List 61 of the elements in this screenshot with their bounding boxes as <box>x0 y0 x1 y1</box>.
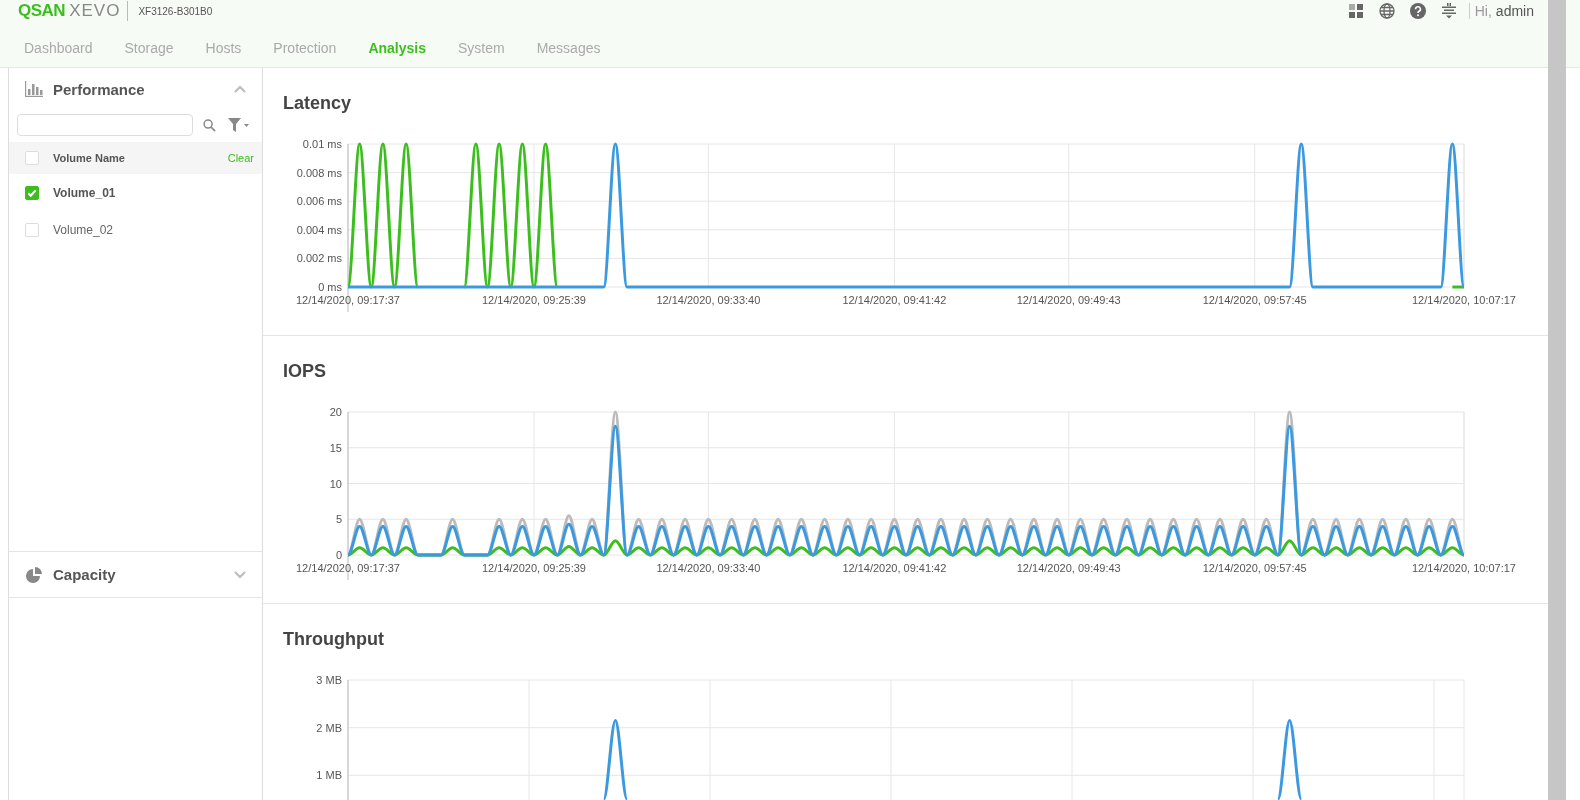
axis-label: 0.004 ms <box>296 223 342 236</box>
nav-tab[interactable]: System <box>458 40 521 56</box>
user-name[interactable]: admin <box>1495 3 1534 19</box>
bar-chart-icon <box>25 81 43 97</box>
axis-label: 12/14/2020, 09:17:37 <box>296 294 400 306</box>
greeting-text: Hi, <box>1474 3 1492 19</box>
search-field[interactable] <box>17 114 193 136</box>
volume-name[interactable]: Volume_01 <box>53 185 116 200</box>
axis-label: 12/14/2020, 09:33:40 <box>656 294 761 306</box>
help-icon[interactable] <box>1409 3 1426 19</box>
axis-label: 12/14/2020, 10:07:17 <box>1412 294 1516 306</box>
axis-label: 2 MB <box>316 721 342 734</box>
axis-label: 12/14/2020, 09:49:43 <box>1016 294 1121 306</box>
axis-label: 12/14/2020, 10:07:17 <box>1412 562 1516 574</box>
axis-label: 12/14/2020, 09:57:45 <box>1202 294 1307 306</box>
panel-header[interactable]: Capacity <box>9 551 262 598</box>
column-header: Volume Name <box>53 152 126 164</box>
axis-label: 0 ms <box>318 281 342 293</box>
section-title: Latency <box>283 93 353 114</box>
logo-text: QSAN <box>18 1 66 21</box>
nav-tab[interactable]: Analysis <box>368 40 442 56</box>
nav-tab[interactable]: Hosts <box>205 40 258 56</box>
section-title: IOPS <box>283 361 327 382</box>
axis-label: 12/14/2020, 09:17:37 <box>296 562 400 574</box>
axis-label: 3 MB <box>316 674 342 686</box>
axis-label: 1 MB <box>316 769 342 782</box>
nav-tab[interactable]: Messages <box>536 40 617 56</box>
section-title: Throughput <box>283 629 385 650</box>
chevron-icon <box>234 570 246 579</box>
volume-name[interactable]: Volume_02 <box>53 222 114 237</box>
nav-tab[interactable]: Protection <box>273 40 353 56</box>
axis-label: 12/14/2020, 09:57:45 <box>1202 562 1307 574</box>
pie-chart-icon <box>25 566 43 583</box>
model-name: XF3126-B301B0 <box>138 5 213 17</box>
axis-label: 0.01 ms <box>302 138 342 150</box>
axis-label: 12/14/2020, 09:25:39 <box>482 294 586 306</box>
axis-label: 5 <box>335 513 342 526</box>
globe-icon[interactable] <box>1378 3 1395 19</box>
axis-label: 12/14/2020, 09:25:39 <box>482 562 586 574</box>
axis-label: 20 <box>329 406 342 418</box>
chevron-icon <box>234 85 246 93</box>
search-icon[interactable] <box>203 118 216 132</box>
panel-header[interactable]: Performance <box>9 68 262 110</box>
checkbox[interactable] <box>25 185 39 200</box>
axis-label: 0.006 ms <box>296 195 342 208</box>
axis-label: 12/14/2020, 09:41:42 <box>842 562 947 574</box>
axis-label: 0.002 ms <box>296 252 342 265</box>
axis-label: 0.008 ms <box>296 166 342 179</box>
axis-label: 10 <box>329 477 342 490</box>
nav-tab[interactable]: Dashboard <box>24 40 109 56</box>
axis-label: 12/14/2020, 09:33:40 <box>656 562 761 574</box>
axis-label: 12/14/2020, 09:49:43 <box>1016 562 1121 574</box>
grid-icon[interactable] <box>1347 3 1364 19</box>
clear-link[interactable]: Clear <box>227 152 254 164</box>
filter-icon[interactable] <box>226 118 252 132</box>
nav-tab[interactable]: Storage <box>124 40 190 56</box>
scrollbar[interactable] <box>1548 0 1566 800</box>
axis-label: 12/14/2020, 09:41:42 <box>842 294 947 306</box>
logo-text: XEVO <box>69 1 129 21</box>
axis-label: 15 <box>329 441 342 454</box>
axis-label: 0 <box>335 549 342 561</box>
